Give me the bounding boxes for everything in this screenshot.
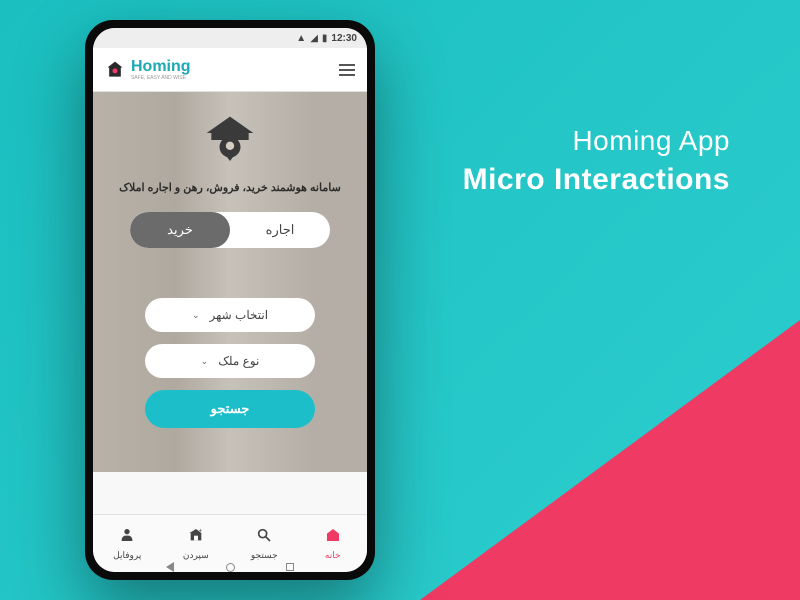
brand[interactable]: Homing SAFE, EASY AND WISE <box>105 58 191 81</box>
android-back-icon[interactable] <box>165 562 175 572</box>
home-icon <box>325 527 341 548</box>
svg-text:+: + <box>198 528 202 534</box>
nav-home-label: خانه <box>325 550 341 561</box>
wifi-icon: ▲ <box>296 33 306 44</box>
nav-profile-label: پروفایل <box>113 550 141 561</box>
toggle-rent[interactable]: اجاره <box>230 212 330 248</box>
search-button-label: جستجو <box>211 401 250 417</box>
nav-deposit-label: سپردن <box>183 550 209 561</box>
hero-section: سامانه هوشمند خرید، فروش، رهن و اجاره ام… <box>93 92 367 472</box>
profile-icon <box>119 527 135 548</box>
property-type-dropdown[interactable]: نوع ملک ⌄ <box>145 344 315 378</box>
nav-profile[interactable]: پروفایل <box>93 515 162 572</box>
android-home-icon[interactable] <box>225 562 235 572</box>
app-header: Homing SAFE, EASY AND WISE <box>93 48 367 92</box>
menu-icon[interactable] <box>339 64 355 76</box>
battery-icon: ▮ <box>322 33 328 44</box>
select-city-dropdown[interactable]: انتخاب شهر ⌄ <box>145 298 315 332</box>
toggle-buy[interactable]: خرید <box>130 212 230 248</box>
status-time: 12:30 <box>331 33 357 44</box>
phone-screen: ▲ ◢ ▮ 12:30 Homing SAFE, EASY AND WISE <box>93 28 367 572</box>
nav-search-label: جستجو <box>251 550 278 561</box>
buy-rent-toggle: خرید اجاره <box>130 212 330 248</box>
hero-logo-icon <box>202 112 258 173</box>
android-nav-bar <box>165 562 295 572</box>
search-button[interactable]: جستجو <box>145 390 315 428</box>
brand-subtitle: SAFE, EASY AND WISE <box>131 76 191 81</box>
headline-line2: Micro Interactions <box>463 163 730 197</box>
android-status-bar: ▲ ◢ ▮ 12:30 <box>93 28 367 48</box>
signal-icon: ◢ <box>310 33 318 44</box>
property-type-label: نوع ملک <box>218 354 259 368</box>
toggle-rent-label: اجاره <box>266 222 295 238</box>
deposit-icon: + <box>188 527 204 548</box>
chevron-down-icon: ⌄ <box>192 310 200 321</box>
headline-line1: Homing App <box>463 125 730 157</box>
brand-name: Homing <box>131 58 191 76</box>
nav-home[interactable]: خانه <box>299 515 368 572</box>
brand-logo-icon <box>105 60 125 80</box>
decorative-triangle <box>420 320 800 600</box>
phone-frame: ▲ ◢ ▮ 12:30 Homing SAFE, EASY AND WISE <box>85 20 375 580</box>
android-recents-icon[interactable] <box>285 562 295 572</box>
select-city-label: انتخاب شهر <box>210 308 269 322</box>
hero-tagline: سامانه هوشمند خرید، فروش، رهن و اجاره ام… <box>119 181 341 194</box>
headline: Homing App Micro Interactions <box>463 125 730 197</box>
chevron-down-icon: ⌄ <box>201 356 209 367</box>
toggle-buy-label: خرید <box>167 222 193 238</box>
search-icon <box>256 527 272 548</box>
